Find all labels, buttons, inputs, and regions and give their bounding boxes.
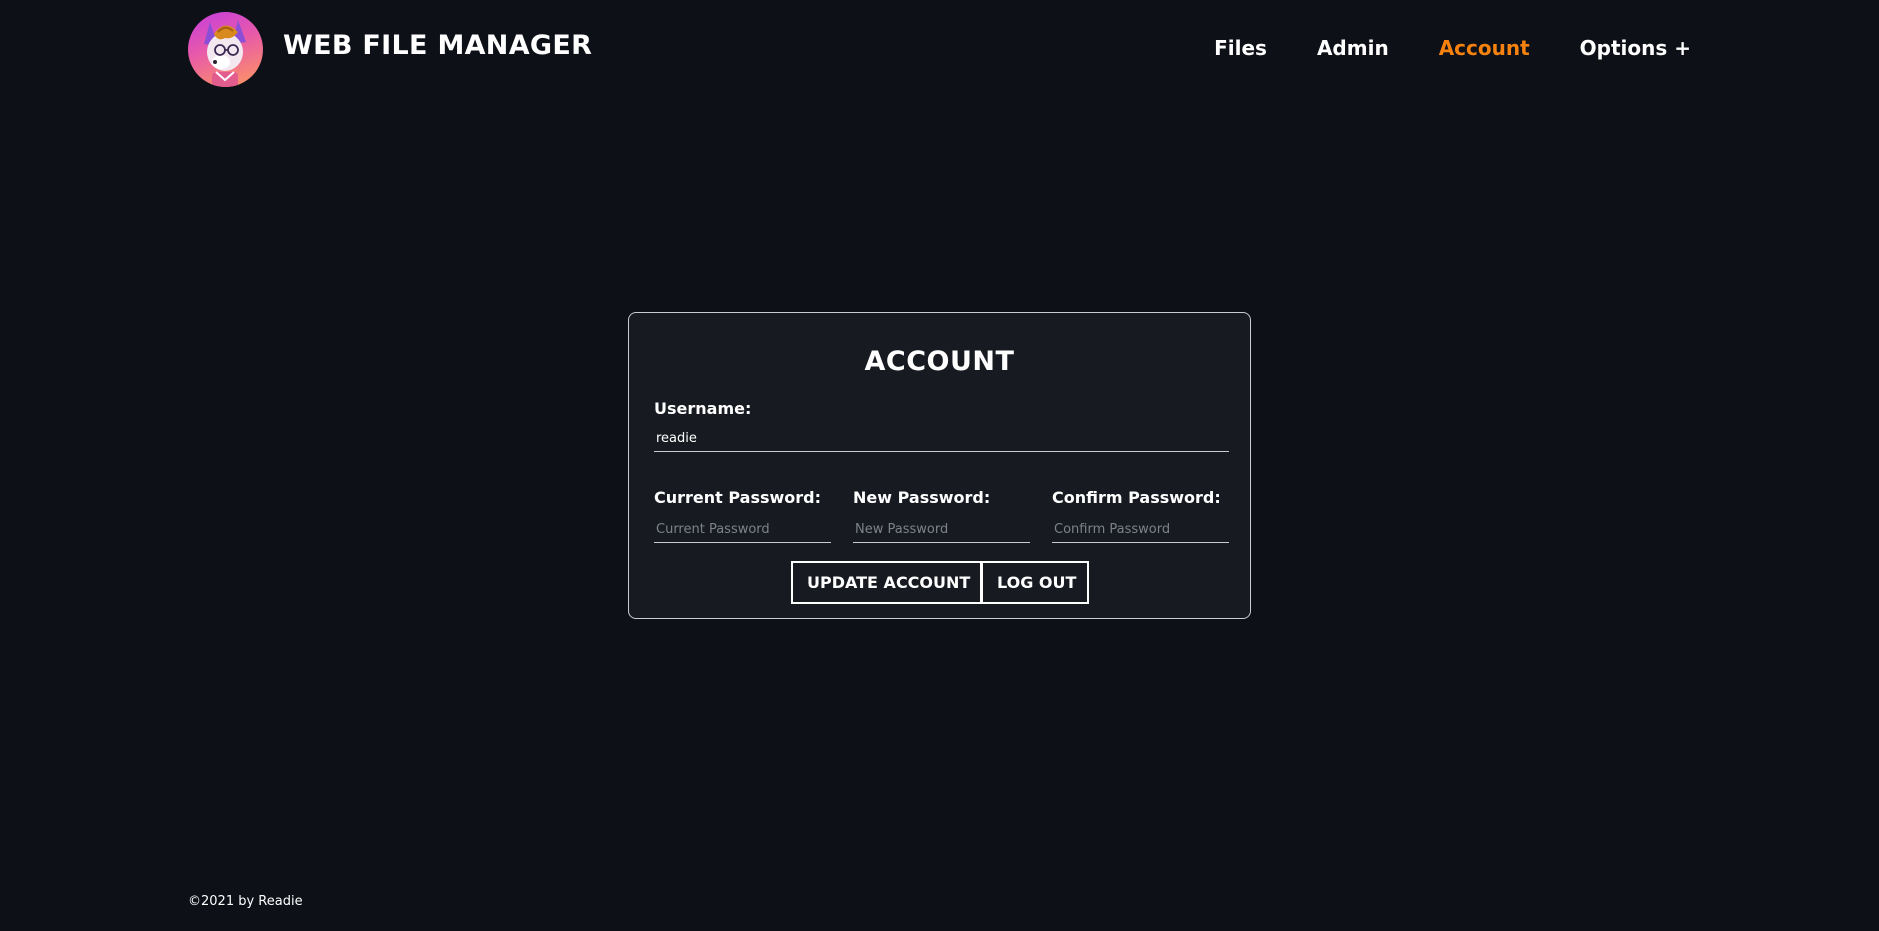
nav-item-admin[interactable]: Admin	[1317, 36, 1389, 60]
current-password-field[interactable]	[654, 517, 831, 543]
username-label: Username:	[654, 399, 752, 418]
update-account-button[interactable]: UPDATE ACCOUNT	[791, 561, 982, 604]
confirm-password-label: Confirm Password:	[1052, 488, 1221, 507]
fox-avatar-icon[interactable]	[188, 12, 263, 87]
new-password-field[interactable]	[853, 517, 1030, 543]
nav-item-account[interactable]: Account	[1439, 36, 1530, 60]
header: WEB FILE MANAGER Files Admin Account Opt…	[188, 12, 1691, 88]
account-title: ACCOUNT	[864, 346, 1015, 377]
nav-item-files[interactable]: Files	[1214, 36, 1267, 60]
log-out-button[interactable]: LOG OUT	[982, 561, 1089, 604]
new-password-label: New Password:	[853, 488, 991, 507]
page: WEB FILE MANAGER Files Admin Account Opt…	[0, 0, 1879, 931]
account-actions: UPDATE ACCOUNT LOG OUT	[791, 561, 1089, 604]
confirm-password-field[interactable]	[1052, 517, 1229, 543]
nav-item-options[interactable]: Options +	[1580, 36, 1691, 60]
username-field[interactable]	[654, 426, 1229, 452]
site-title: WEB FILE MANAGER	[283, 30, 593, 61]
footer-copyright: ©2021 by Readie	[188, 894, 303, 909]
current-password-label: Current Password:	[654, 488, 822, 507]
account-card: ACCOUNT Username: Current Password: New …	[628, 312, 1251, 619]
main-nav: Files Admin Account Options +	[1214, 36, 1691, 60]
